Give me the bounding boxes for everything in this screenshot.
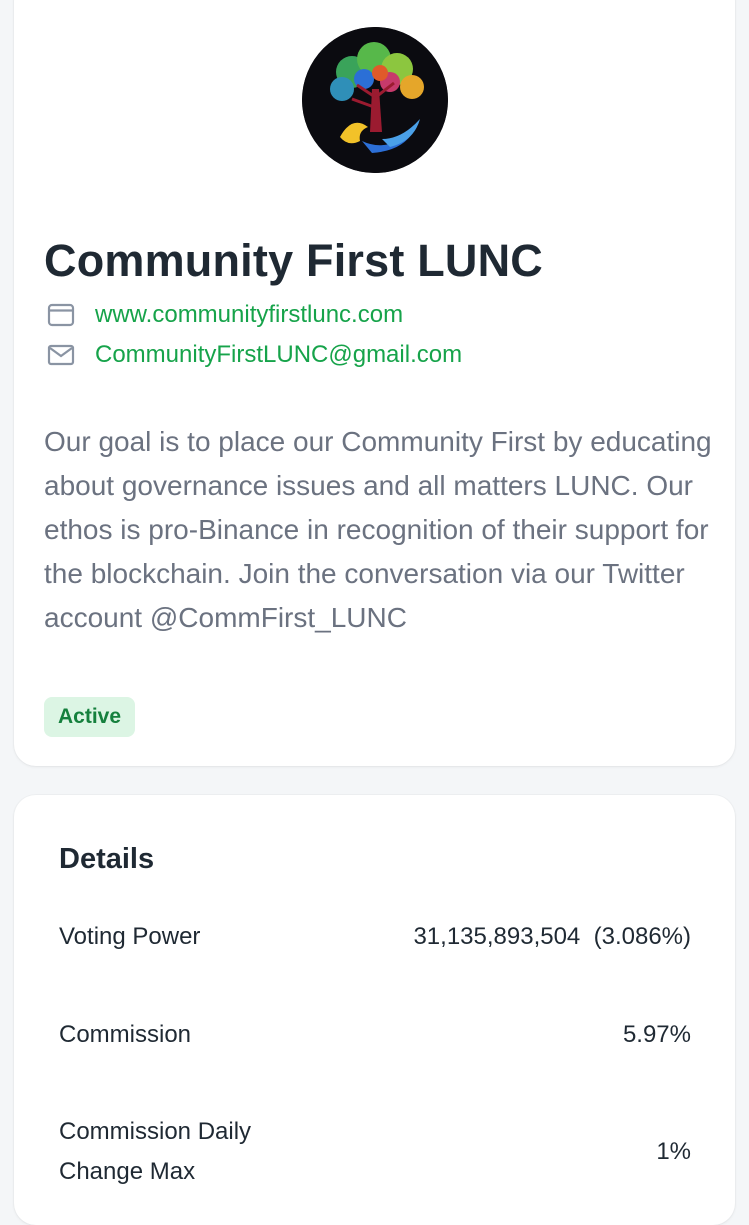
commission-change-max-row: Commission Daily Change Max 1% xyxy=(59,1112,691,1192)
email-link[interactable]: CommunityFirstLUNC@gmail.com xyxy=(95,341,462,369)
tree-logo-image xyxy=(302,27,448,173)
browser-window-icon xyxy=(46,300,76,330)
email-row: CommunityFirstLUNC@gmail.com xyxy=(46,340,462,370)
commission-change-max-label: Commission Daily Change Max xyxy=(59,1118,252,1185)
commission-label: Commission xyxy=(59,1021,192,1048)
validator-profile-card: Community First LUNC www.communityfirstl… xyxy=(14,0,735,766)
details-card: Details Voting Power 31,135,893,504 (3.0… xyxy=(14,795,735,1225)
validator-avatar xyxy=(302,27,448,173)
commission-change-max-value: 1% xyxy=(656,1138,691,1165)
website-link[interactable]: www.communityfirstlunc.com xyxy=(95,301,403,329)
commission-row: Commission 5.97% xyxy=(59,1015,691,1055)
validator-description: Our goal is to place our Community First… xyxy=(44,426,712,633)
envelope-icon xyxy=(46,340,76,370)
website-row: www.communityfirstlunc.com xyxy=(46,300,403,330)
commission-value: 5.97% xyxy=(622,1021,691,1048)
voting-power-row: Voting Power 31,135,893,504 (3.086%) xyxy=(59,917,691,957)
details-heading: Details xyxy=(59,843,155,875)
status-badge: Active xyxy=(44,697,136,737)
voting-power-value: 31,135,893,504 (3.086%) xyxy=(413,923,691,950)
validator-name: Community First LUNC xyxy=(44,235,543,286)
voting-power-label: Voting Power xyxy=(59,923,201,950)
